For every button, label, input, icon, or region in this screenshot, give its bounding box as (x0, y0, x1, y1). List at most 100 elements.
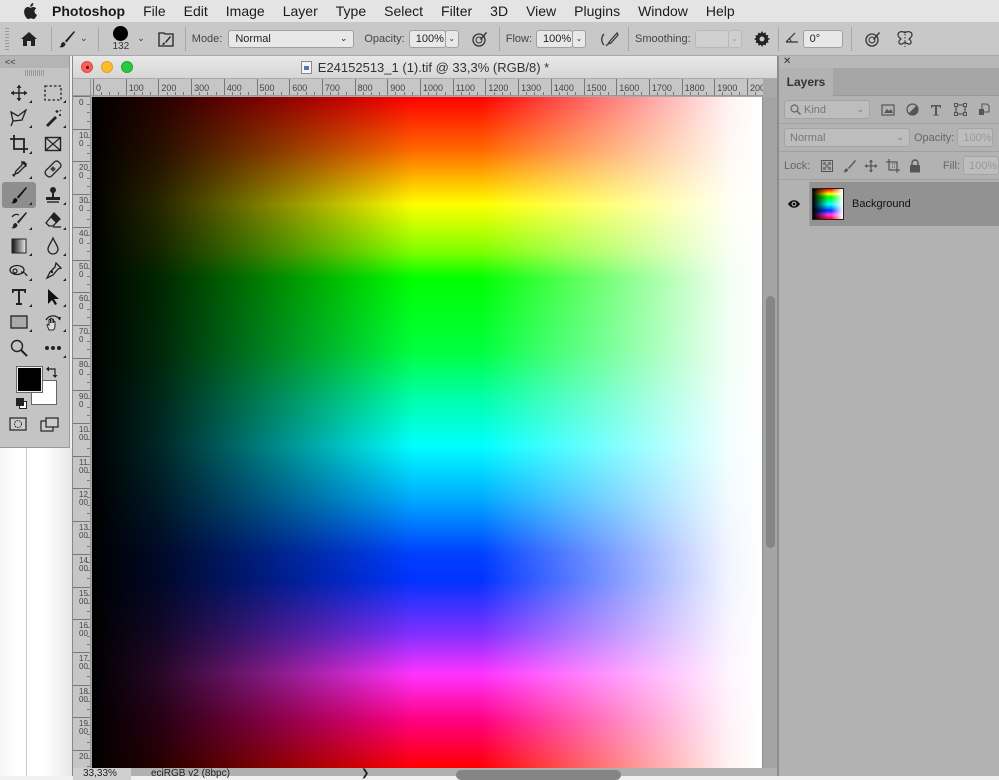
zoom-tool[interactable] (2, 335, 36, 361)
path-select-tool[interactable] (36, 284, 70, 310)
gradient-tool[interactable] (2, 233, 36, 259)
frame-tool[interactable] (36, 131, 70, 157)
menu-app-name[interactable]: Photoshop (52, 3, 125, 19)
blend-mode-select[interactable]: Normal ⌄ (784, 128, 910, 147)
marquee-tool[interactable] (36, 80, 70, 106)
menu-3d[interactable]: 3D (490, 3, 508, 19)
document-titlebar[interactable]: E24152513_1 (1).tif @ 33,3% (RGB/8) * (73, 56, 777, 79)
airbrush-button[interactable] (600, 27, 620, 51)
symmetry-button[interactable] (896, 27, 914, 51)
healing-tool[interactable] (36, 157, 70, 183)
screen-mode-button[interactable] (40, 416, 60, 438)
filter-smart-object-icon[interactable] (972, 103, 996, 116)
menu-view[interactable]: View (526, 3, 556, 19)
shape-tool[interactable] (2, 310, 36, 336)
menu-help[interactable]: Help (706, 3, 735, 19)
foreground-color-swatch[interactable] (16, 365, 43, 393)
ruler-minor-tick (87, 447, 90, 449)
tool-preset-picker[interactable]: ⌄ (58, 27, 88, 51)
chevron-down-icon: ⌄ (856, 104, 864, 114)
menu-edit[interactable]: Edit (184, 3, 208, 19)
brush-settings-button[interactable] (157, 27, 175, 51)
filter-shape-icon[interactable] (948, 103, 972, 116)
lock-artboard-icon[interactable] (882, 158, 904, 173)
blur-tool[interactable] (36, 233, 70, 259)
mode-select[interactable]: Normal ⌄ (228, 29, 355, 48)
move-tool[interactable] (2, 80, 36, 106)
menu-file[interactable]: File (143, 3, 166, 19)
vertical-scroll-thumb[interactable] (766, 296, 775, 548)
type-tool[interactable] (2, 284, 36, 310)
lock-pixels-icon[interactable] (838, 159, 860, 173)
fill-input[interactable]: 100% (963, 156, 999, 175)
magic-wand-tool[interactable] (36, 106, 70, 132)
menu-layer[interactable]: Layer (283, 3, 318, 19)
menu-filter[interactable]: Filter (441, 3, 472, 19)
stamp-tool[interactable] (36, 182, 70, 208)
menu-image[interactable]: Image (226, 3, 265, 19)
chevron-down-icon[interactable]: ⌄ (137, 33, 145, 44)
menu-select[interactable]: Select (384, 3, 423, 19)
document-title: E24152513_1 (1).tif @ 33,3% (RGB/8) * (73, 60, 777, 75)
brush-angle-input[interactable]: 0° (802, 29, 843, 48)
flow-input[interactable]: 100% (536, 29, 573, 48)
layer-visibility-toggle[interactable] (779, 181, 810, 226)
crop-tool[interactable] (2, 131, 36, 157)
minimize-window-button[interactable] (101, 61, 113, 73)
filter-type-icon[interactable] (924, 104, 948, 116)
history-brush-tool[interactable] (2, 208, 36, 234)
dodge-tool[interactable] (2, 259, 36, 285)
lock-all-icon[interactable] (904, 158, 926, 173)
more-tools-button[interactable] (36, 335, 70, 361)
menu-window[interactable]: Window (638, 3, 688, 19)
vertical-ruler[interactable]: 0 100 200 300 400 500 600 700 800 900 1000 1100 1200… (73, 96, 91, 768)
close-panel-icon[interactable]: ✕ (779, 56, 999, 68)
tools-collapse-button[interactable]: << (0, 56, 69, 68)
layer-opacity-input[interactable]: 100% (957, 128, 994, 147)
ruler-minor-tick (534, 92, 536, 95)
vertical-scrollbar[interactable] (762, 97, 777, 768)
layer-filter-kind[interactable]: Kind ⌄ (784, 100, 870, 119)
options-bar-grip[interactable] (5, 27, 9, 50)
pressure-size-button[interactable] (864, 27, 882, 51)
hand-tool[interactable] (36, 310, 70, 336)
brush-panel-icon (158, 31, 174, 47)
maximize-window-button[interactable] (121, 61, 133, 73)
brush-preset-picker[interactable]: 132 (113, 25, 129, 52)
apple-icon[interactable] (20, 3, 40, 19)
lock-transparent-icon[interactable] (816, 159, 838, 172)
opacity-dropdown[interactable]: ⌄ (444, 29, 459, 48)
layer-row[interactable]: Background (779, 181, 999, 226)
smoothing-options-button[interactable] (753, 27, 770, 51)
menu-plugins[interactable]: Plugins (574, 3, 620, 19)
pen-tool[interactable] (36, 259, 70, 285)
zoom-level-field[interactable]: 33,33% (73, 768, 131, 780)
layer-name: Background (852, 197, 911, 210)
quick-mask-button[interactable] (9, 416, 27, 438)
eraser-tool[interactable] (36, 208, 70, 234)
smoothing-dropdown[interactable]: ⌄ (727, 29, 742, 48)
image-canvas[interactable] (92, 97, 762, 768)
ruler-minor-tick (207, 92, 209, 95)
horizontal-ruler[interactable]: 0 100 200 300 400 500 600 700 800 900 1000 1100 1200… (91, 79, 763, 96)
opacity-input[interactable]: 100% (408, 29, 446, 48)
horizontal-scroll-thumb[interactable] (456, 770, 621, 780)
filter-pixel-icon[interactable] (876, 103, 900, 116)
home-button[interactable] (21, 27, 37, 51)
eyedropper-tool[interactable] (2, 157, 36, 183)
lasso-tool[interactable] (2, 106, 36, 132)
smoothing-input[interactable] (694, 29, 729, 48)
menu-type[interactable]: Type (336, 3, 366, 19)
pressure-opacity-button[interactable] (471, 27, 489, 51)
ruler-origin[interactable] (73, 79, 91, 96)
flow-label: Flow: (505, 32, 532, 45)
close-window-button[interactable] (81, 61, 93, 73)
flow-dropdown[interactable]: ⌄ (572, 29, 586, 48)
filter-adjustment-icon[interactable] (900, 103, 924, 116)
status-menu-arrow[interactable]: ❯ (361, 768, 369, 779)
ruler-minor-tick (493, 92, 495, 95)
lock-position-icon[interactable] (860, 159, 882, 173)
brush-tool[interactable] (2, 182, 36, 208)
default-colors-icon[interactable] (16, 396, 27, 414)
tab-layers[interactable]: Layers (779, 68, 833, 96)
